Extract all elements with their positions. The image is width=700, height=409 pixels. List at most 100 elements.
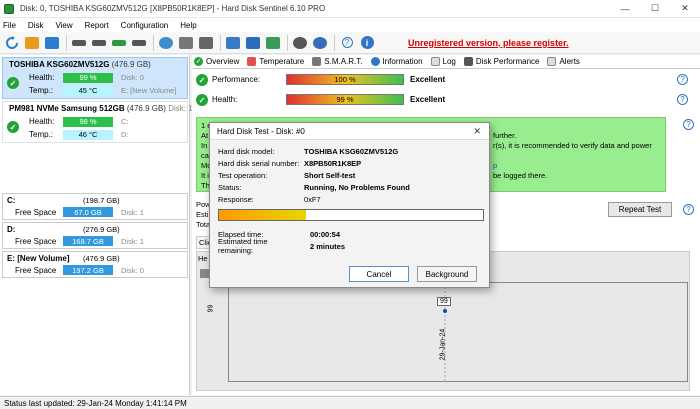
performance-bar: 100 % bbox=[286, 74, 404, 85]
settings-button[interactable] bbox=[291, 34, 309, 52]
cancel-button[interactable]: Cancel bbox=[349, 266, 409, 282]
disk-tool-1-button[interactable] bbox=[70, 34, 88, 52]
monitor-button[interactable] bbox=[197, 34, 215, 52]
menu-file[interactable]: File bbox=[3, 21, 16, 30]
close-button[interactable]: ✕ bbox=[670, 0, 700, 18]
tab-temperature[interactable]: Temperature bbox=[247, 57, 304, 66]
tab-alerts[interactable]: Alerts bbox=[547, 57, 580, 66]
operation-row: Test operation: Short Self-test bbox=[218, 169, 488, 181]
graph-svg bbox=[443, 283, 447, 383]
volume-name: C: bbox=[7, 195, 16, 205]
refresh-button[interactable] bbox=[3, 34, 21, 52]
status-value: Running, No Problems Found bbox=[304, 182, 410, 192]
health-value: 99 % bbox=[63, 72, 113, 83]
menu-help[interactable]: Help bbox=[180, 21, 196, 30]
disk-tool-icon bbox=[92, 39, 106, 46]
globe-button[interactable] bbox=[157, 34, 175, 52]
health-graph: 99 99 29-Jan-24 bbox=[207, 282, 688, 383]
app-icon bbox=[4, 3, 14, 14]
background-button[interactable]: Background bbox=[417, 266, 477, 282]
performance-icon bbox=[463, 57, 473, 66]
unregistered-link[interactable]: Unregistered version, please register. bbox=[408, 38, 569, 48]
help-button[interactable]: ? bbox=[338, 34, 356, 52]
tab-disk-performance[interactable]: Disk Performance bbox=[463, 57, 539, 66]
toolbar: ? i Unregistered version, please registe… bbox=[0, 32, 700, 54]
volume-card-d[interactable]: D: (276.9 GB) Free Space 168.7 GB Disk: 1 bbox=[2, 222, 188, 249]
maximize-button[interactable]: ☐ bbox=[640, 0, 670, 18]
status-label: Status: bbox=[218, 182, 242, 192]
repeat-test-button[interactable]: Repeat Test bbox=[608, 202, 672, 217]
options-button[interactable] bbox=[311, 34, 329, 52]
menu-view[interactable]: View bbox=[55, 21, 72, 30]
volume-card-c[interactable]: C: (198.7 GB) Free Space 67.0 GB Disk: 1 bbox=[2, 193, 188, 220]
tab-smart[interactable]: S.M.A.R.T. bbox=[312, 57, 363, 66]
thermometer-icon bbox=[247, 57, 257, 66]
disk-card-samsung[interactable]: PM981 NVMe Samsung 512GB (476.9 GB) Disk… bbox=[2, 101, 193, 143]
help-icon[interactable]: ? bbox=[683, 119, 694, 130]
message-link[interactable]: p bbox=[493, 161, 663, 171]
menu-configuration[interactable]: Configuration bbox=[121, 21, 169, 30]
free-space-label: Free Space bbox=[15, 236, 57, 246]
free-space-value: 67.0 GB bbox=[63, 207, 113, 217]
refresh-all-button[interactable] bbox=[23, 34, 41, 52]
disk-size: (476.9 GB) bbox=[111, 60, 151, 69]
test-button[interactable] bbox=[43, 34, 61, 52]
disk-tool-4-button[interactable] bbox=[130, 34, 148, 52]
close-icon[interactable]: ✕ bbox=[473, 126, 481, 137]
help-icon[interactable]: ? bbox=[677, 74, 688, 85]
message-line: r(s), it is recommended to verify data a… bbox=[493, 141, 652, 150]
progress-fill bbox=[219, 210, 307, 220]
model-value: TOSHIBA KSG60ZMV512G bbox=[304, 146, 399, 156]
tab-overview[interactable]: ✓ Overview bbox=[194, 57, 240, 66]
disk-check-icon bbox=[112, 39, 126, 46]
temp-label: Temp.: bbox=[29, 130, 54, 139]
menu-disk[interactable]: Disk bbox=[28, 21, 44, 30]
gear-icon bbox=[293, 36, 307, 49]
disk-health-row: ✓ Health: 99 % Disk: 0 bbox=[3, 71, 187, 89]
toolbar-separator bbox=[66, 34, 67, 51]
check-icon: ✓ bbox=[194, 57, 203, 66]
disk-number: Disk: 0 bbox=[121, 73, 144, 82]
performance-value: 100 % bbox=[334, 75, 356, 84]
minimize-button[interactable]: — bbox=[610, 0, 640, 18]
health-label: Health: bbox=[29, 117, 55, 126]
temp-label: Temp.: bbox=[29, 86, 54, 95]
disk-volume: D: bbox=[121, 130, 129, 139]
free-space-value: 168.7 GB bbox=[63, 236, 113, 246]
disk-tool-3-button[interactable] bbox=[110, 34, 128, 52]
check-icon: ✓ bbox=[196, 94, 208, 106]
tab-label: Log bbox=[442, 57, 456, 66]
health-text: Excellent bbox=[410, 95, 446, 104]
report-button[interactable] bbox=[224, 34, 242, 52]
toolbar-separator bbox=[153, 34, 154, 51]
menu-report[interactable]: Report bbox=[85, 21, 109, 30]
volume-card-e[interactable]: E: [New Volume] (476.9 GB) Free Space 197… bbox=[2, 251, 188, 278]
volume-size: (476.9 GB) bbox=[83, 253, 120, 263]
tab-label: Alerts bbox=[559, 57, 580, 66]
model-row: Hard disk model: TOSHIBA KSG60ZMV512G bbox=[218, 145, 488, 157]
disk-volume: C: bbox=[121, 117, 129, 126]
info-button[interactable]: i bbox=[358, 34, 376, 52]
tab-log[interactable]: Log bbox=[430, 57, 456, 66]
status-row: Status: Running, No Problems Found bbox=[218, 181, 488, 193]
volume-free-row: Free Space 67.0 GB Disk: 1 bbox=[3, 206, 187, 218]
serial-value: X8PB50R1K8EP bbox=[304, 158, 362, 168]
disk-card-toshiba[interactable]: TOSHIBA KSG60ZMV512G (476.9 GB) ✓ Health… bbox=[2, 57, 188, 99]
tab-label: Overview bbox=[206, 57, 240, 66]
health-value: 98 % bbox=[63, 116, 113, 127]
model-label: Hard disk model: bbox=[218, 146, 275, 156]
globe-icon bbox=[159, 36, 173, 49]
tab-label: Information bbox=[382, 57, 423, 66]
performance-row: ✓ Performance: 100 % Excellent ? bbox=[194, 73, 694, 87]
network-button[interactable] bbox=[264, 34, 282, 52]
help-icon[interactable]: ? bbox=[683, 204, 694, 215]
message-line: be logged there. bbox=[493, 171, 548, 180]
drive-button[interactable] bbox=[177, 34, 195, 52]
tab-information[interactable]: Information bbox=[370, 57, 423, 66]
help-icon[interactable]: ? bbox=[677, 94, 688, 105]
disk-tool-2-button[interactable] bbox=[90, 34, 108, 52]
help-icon: ? bbox=[341, 37, 353, 48]
email-button[interactable] bbox=[244, 34, 262, 52]
tab-bar: ✓ Overview Temperature S.M.A.R.T. Informa… bbox=[192, 55, 700, 69]
toolbar-separator bbox=[334, 34, 335, 51]
